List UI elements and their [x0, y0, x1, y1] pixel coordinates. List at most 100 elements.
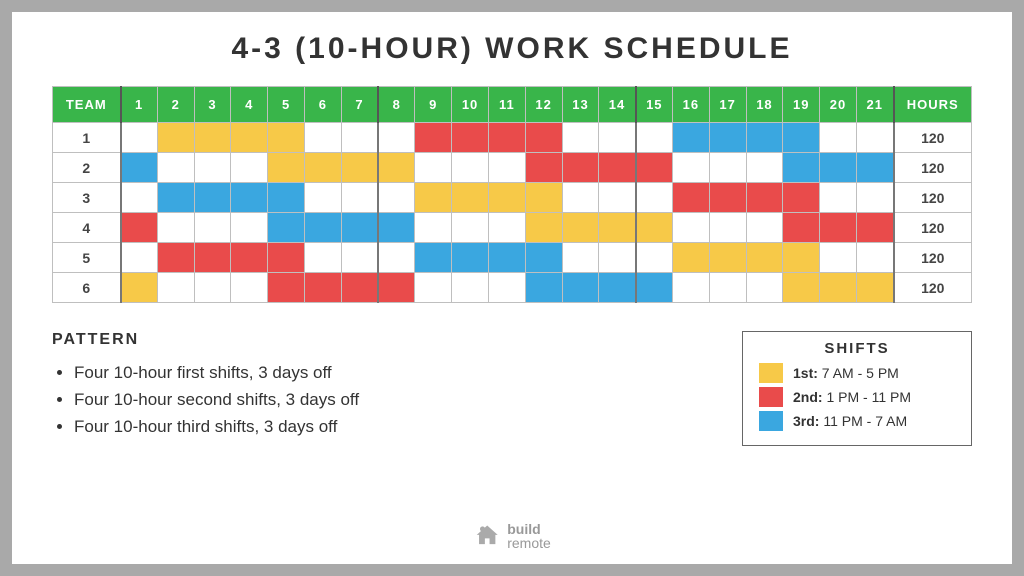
schedule-cell	[268, 153, 305, 183]
col-header-hours: HOURS	[894, 87, 972, 123]
pattern-item: Four 10-hour third shifts, 3 days off	[74, 413, 359, 440]
schedule-cell	[157, 123, 194, 153]
schedule-cell	[562, 153, 599, 183]
schedule-cell	[341, 153, 378, 183]
schedule-cell	[488, 243, 525, 273]
schedule-cell	[415, 273, 452, 303]
schedule-cell	[599, 243, 636, 273]
table-row: 4120	[53, 213, 972, 243]
schedule-cell	[599, 213, 636, 243]
schedule-cell	[121, 243, 158, 273]
schedule-cell	[783, 213, 820, 243]
schedule-cell	[746, 273, 783, 303]
schedule-cell	[378, 183, 415, 213]
schedule-cell	[268, 273, 305, 303]
hours-value: 120	[894, 123, 972, 153]
schedule-cell	[488, 123, 525, 153]
schedule-cell	[194, 153, 231, 183]
schedule-cell	[672, 243, 709, 273]
schedule-cell	[452, 273, 489, 303]
col-header-day: 11	[488, 87, 525, 123]
schedule-cell	[746, 243, 783, 273]
hours-value: 120	[894, 273, 972, 303]
schedule-cell	[672, 183, 709, 213]
schedule-cell	[525, 183, 562, 213]
col-header-day: 2	[157, 87, 194, 123]
col-header-day: 6	[304, 87, 341, 123]
schedule-cell	[562, 213, 599, 243]
schedule-cell	[194, 273, 231, 303]
pattern-heading: PATTERN	[52, 331, 359, 349]
schedule-cell	[709, 243, 746, 273]
pattern-item: Four 10-hour first shifts, 3 days off	[74, 359, 359, 386]
schedule-cell	[636, 153, 673, 183]
legend-row: 2nd: 1 PM - 11 PM	[759, 387, 955, 407]
schedule-cell	[636, 273, 673, 303]
schedule-cell	[709, 213, 746, 243]
team-label: 1	[53, 123, 121, 153]
schedule-cell	[488, 273, 525, 303]
col-header-day: 19	[783, 87, 820, 123]
team-label: 4	[53, 213, 121, 243]
schedule-cell	[783, 183, 820, 213]
schedule-cell	[672, 273, 709, 303]
schedule-cell	[378, 153, 415, 183]
logo-text: build remote	[507, 522, 551, 550]
schedule-cell	[856, 243, 893, 273]
page-title: 4-3 (10-HOUR) WORK SCHEDULE	[52, 32, 972, 66]
col-header-day: 8	[378, 87, 415, 123]
col-header-day: 7	[341, 87, 378, 123]
schedule-cell	[268, 213, 305, 243]
schedule-cell	[231, 213, 268, 243]
schedule-cell	[452, 183, 489, 213]
schedule-cell	[304, 243, 341, 273]
legend-label: 2nd: 1 PM - 11 PM	[793, 389, 911, 405]
swatch-icon	[759, 387, 783, 407]
schedule-cell	[121, 273, 158, 303]
schedule-cell	[562, 243, 599, 273]
schedule-cell	[121, 213, 158, 243]
schedule-cell	[562, 183, 599, 213]
col-header-day: 5	[268, 87, 305, 123]
table-row: 3120	[53, 183, 972, 213]
schedule-cell	[121, 153, 158, 183]
schedule-cell	[562, 273, 599, 303]
schedule-cell	[341, 213, 378, 243]
table-row: 2120	[53, 153, 972, 183]
hours-value: 120	[894, 243, 972, 273]
col-header-day: 9	[415, 87, 452, 123]
schedule-cell	[231, 123, 268, 153]
hours-value: 120	[894, 183, 972, 213]
legend-heading: SHIFTS	[759, 340, 955, 357]
swatch-icon	[759, 363, 783, 383]
card: 4-3 (10-HOUR) WORK SCHEDULE TEAM12345678…	[12, 12, 1012, 564]
schedule-cell	[783, 273, 820, 303]
schedule-cell	[820, 183, 857, 213]
schedule-cell	[525, 273, 562, 303]
schedule-cell	[157, 243, 194, 273]
col-header-day: 15	[636, 87, 673, 123]
col-header-day: 18	[746, 87, 783, 123]
brand-logo: build remote	[473, 522, 551, 550]
schedule-cell	[121, 183, 158, 213]
schedule-cell	[820, 213, 857, 243]
schedule-cell	[231, 183, 268, 213]
schedule-cell	[452, 123, 489, 153]
schedule-cell	[157, 183, 194, 213]
schedule-cell	[488, 153, 525, 183]
col-header-day: 21	[856, 87, 893, 123]
schedule-cell	[194, 243, 231, 273]
schedule-cell	[672, 153, 709, 183]
col-header-day: 12	[525, 87, 562, 123]
pattern-block: PATTERN Four 10-hour first shifts, 3 day…	[52, 331, 359, 441]
legend-label: 3rd: 11 PM - 7 AM	[793, 413, 907, 429]
schedule-cell	[452, 213, 489, 243]
swatch-icon	[759, 411, 783, 431]
schedule-cell	[636, 213, 673, 243]
bottom-section: PATTERN Four 10-hour first shifts, 3 day…	[52, 331, 972, 446]
schedule-cell	[304, 213, 341, 243]
schedule-cell	[856, 273, 893, 303]
col-header-day: 14	[599, 87, 636, 123]
house-icon	[473, 522, 501, 550]
schedule-cell	[341, 123, 378, 153]
